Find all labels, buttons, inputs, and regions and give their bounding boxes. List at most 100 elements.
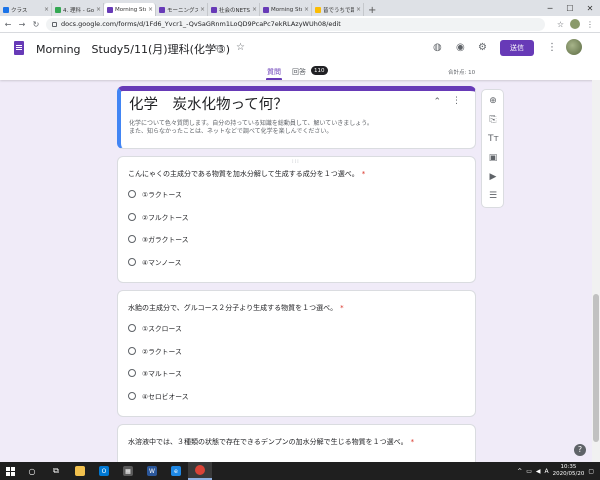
clock[interactable]: 10:35 2020/05/20 (553, 464, 585, 478)
close-icon[interactable]: × (304, 6, 311, 13)
settings-gear-icon[interactable]: ⚙ (478, 42, 487, 53)
browser-tab[interactable]: クラス × (0, 3, 52, 16)
more-options-icon[interactable]: ⋮ (547, 42, 557, 53)
radio-button[interactable] (128, 213, 136, 221)
store-icon[interactable]: ▦ (116, 462, 140, 480)
tab-favicon-icon (315, 6, 321, 13)
collapse-icon[interactable]: ⌃ (433, 97, 441, 107)
radio-button[interactable] (128, 347, 136, 355)
browser-tab[interactable]: Morning Study× (260, 3, 312, 16)
active-tab-indicator (266, 78, 282, 80)
account-avatar[interactable] (566, 39, 582, 55)
system-tray: ^ ▭ ◀ A 10:35 2020/05/20 ▢ (517, 464, 600, 478)
import-questions-icon[interactable]: ⎘ (488, 115, 498, 125)
radio-option[interactable]: ④マンノース (128, 257, 181, 267)
palette-icon[interactable]: ◍ (433, 42, 442, 53)
radio-button[interactable] (128, 324, 136, 332)
search-icon[interactable]: ○ (20, 462, 44, 480)
browser-tab[interactable]: モーニングスタディ× (156, 3, 208, 16)
send-button[interactable]: 送信 (500, 40, 534, 56)
maximize-icon[interactable]: ☐ (560, 4, 580, 13)
url-input[interactable]: docs.google.com/forms/d/1Fd6_Yvcr1_-QvSa… (46, 17, 545, 31)
forms-logo-icon[interactable] (14, 41, 24, 55)
form-title[interactable]: 化学 炭水化物って何？ (129, 93, 288, 114)
file-explorer-icon[interactable] (68, 462, 92, 480)
close-icon[interactable]: × (44, 6, 51, 13)
profile-avatar[interactable] (570, 19, 580, 29)
add-question-icon[interactable]: ⊕ (488, 96, 498, 106)
close-window-icon[interactable]: ✕ (580, 4, 600, 13)
required-asterisk: * (410, 438, 415, 446)
radio-button[interactable] (128, 190, 136, 198)
preview-eye-icon[interactable]: ◉ (456, 42, 465, 53)
browser-tab[interactable]: 皆でうちで踊ろう× (312, 3, 364, 16)
notifications-icon[interactable]: ▢ (588, 468, 594, 475)
network-icon[interactable]: ▭ (526, 468, 532, 475)
radio-button[interactable] (128, 258, 136, 266)
question-card[interactable]: ⁞⁞⁞ こんにゃくの主成分である物質を加水分解して生成する成分を１つ選べ。 * ①… (117, 156, 476, 283)
browser-menu-icon[interactable]: ⋮ (586, 20, 594, 29)
minimize-icon[interactable]: ─ (540, 4, 560, 13)
browser-tab-active[interactable]: Morning Study× (104, 3, 156, 16)
add-image-icon[interactable]: ▣ (488, 153, 498, 163)
radio-option[interactable]: ③マルトース (128, 368, 182, 378)
radio-button[interactable] (128, 235, 136, 243)
forward-icon[interactable]: → (18, 20, 26, 29)
close-icon[interactable]: × (356, 6, 363, 13)
task-view-icon[interactable]: ⧉ (44, 462, 68, 480)
edge-icon[interactable]: e (164, 462, 188, 480)
radio-option[interactable]: ②フルクトース (128, 212, 189, 222)
word-icon[interactable]: W (140, 462, 164, 480)
radio-option[interactable]: ①ラクトース (128, 189, 182, 199)
question-card[interactable]: 水飴の主成分で、グルコース２分子より生成する物質を１つ選べ。 * ①スクロース ②… (117, 290, 476, 417)
question-text: 水飴の主成分で、グルコース２分子より生成する物質を１つ選べ。 * (128, 304, 344, 312)
volume-icon[interactable]: ◀ (536, 468, 541, 475)
browser-tab[interactable]: 4. 理科 - Google× (52, 3, 104, 16)
radio-option[interactable]: ②ラクトース (128, 346, 182, 356)
window-controls: ─ ☐ ✕ (540, 0, 600, 16)
question-text: こんにゃくの主成分である物質を加水分解して生成する成分を１つ選べ。 * (128, 170, 366, 178)
bookmark-star-icon[interactable]: ☆ (557, 20, 564, 29)
address-bar: ← → ↻ docs.google.com/forms/d/1Fd6_Yvcr1… (0, 16, 600, 33)
back-icon[interactable]: ← (4, 20, 12, 29)
document-title[interactable]: Morning Study5/11(月)理科(化学③) (36, 41, 230, 57)
help-icon[interactable]: ? (574, 444, 586, 456)
close-icon[interactable]: × (96, 6, 103, 13)
form-title-card[interactable]: 化学 炭水化物って何？ ⌃ ⋮ 化学について色々質問します。自分の持っている知識… (117, 86, 476, 149)
tab-questions[interactable]: 質問 (267, 67, 281, 77)
start-button[interactable] (0, 462, 20, 480)
tab-favicon-icon (263, 6, 269, 13)
add-section-icon[interactable]: ☰ (488, 191, 498, 201)
scrollbar-thumb[interactable] (593, 294, 599, 442)
forms-header: Morning Study5/11(月)理科(化学③) ▭ ☆ ◍ ◉ ⚙ 送信… (0, 33, 600, 80)
radio-option[interactable]: ③ガラクトース (128, 234, 189, 244)
folder-icon[interactable]: ▭ (214, 42, 223, 53)
add-title-icon[interactable]: Tт (488, 134, 499, 144)
radio-button[interactable] (128, 392, 136, 400)
ime-icon[interactable]: A (545, 468, 549, 475)
form-tabs: 質問 回答 110 合計点: 10 (0, 65, 600, 80)
browser-tab[interactable]: 社会のNETSTUD× (208, 3, 260, 16)
tray-expand-icon[interactable]: ^ (517, 468, 522, 475)
page-scrollbar[interactable] (592, 80, 600, 462)
chrome-icon[interactable] (188, 462, 212, 480)
question-text: 水溶液中では、３種類の状態で存在できるデンプンの加水分解で生じる物質を１つ選べ。… (128, 438, 415, 446)
close-icon[interactable]: × (252, 6, 259, 13)
add-video-icon[interactable]: ▶ (488, 172, 498, 182)
close-icon[interactable]: × (200, 6, 207, 13)
outlook-icon[interactable]: O (92, 462, 116, 480)
form-description[interactable]: 化学について色々質問します。自分の持っている知識を総動員して、解いていきましょう… (129, 120, 373, 136)
radio-option[interactable]: ④セロビオース (128, 391, 189, 401)
radio-option[interactable]: ①スクロース (128, 323, 182, 333)
windows-taskbar: ○ ⧉ O ▦ W e ^ ▭ ◀ A 10:35 2020/05/20 ▢ (0, 462, 600, 480)
close-icon[interactable]: × (148, 6, 155, 13)
drag-handle-icon[interactable]: ⁞⁞⁞ (292, 159, 300, 165)
radio-button[interactable] (128, 369, 136, 377)
star-icon[interactable]: ☆ (236, 42, 245, 53)
new-tab-button[interactable]: + (364, 5, 380, 16)
tab-favicon-icon (55, 6, 61, 13)
tab-favicon-icon (107, 6, 113, 13)
tab-responses[interactable]: 回答 (292, 67, 306, 77)
reload-icon[interactable]: ↻ (32, 20, 40, 29)
more-options-icon[interactable]: ⋮ (452, 96, 461, 106)
